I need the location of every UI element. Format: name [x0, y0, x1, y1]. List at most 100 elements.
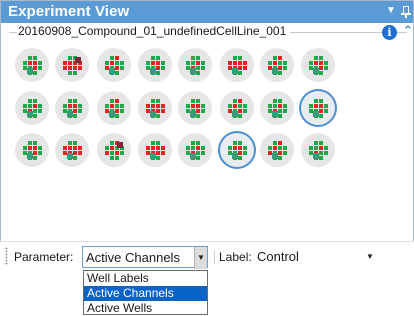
channel-electrode — [191, 141, 195, 145]
well[interactable] — [55, 91, 89, 125]
channel-electrode — [28, 56, 32, 60]
well[interactable] — [138, 91, 172, 125]
channel-electrode — [273, 99, 277, 103]
channel-electrode — [233, 61, 237, 65]
well[interactable] — [97, 91, 131, 125]
channel-electrode — [110, 156, 114, 160]
channel-electrode — [73, 141, 77, 145]
channel-electrode — [38, 104, 42, 108]
channel-electrode — [68, 71, 72, 75]
channel-electrode — [233, 99, 237, 103]
channel-electrode — [201, 109, 205, 113]
well[interactable] — [260, 48, 294, 82]
well[interactable] — [55, 133, 89, 167]
option-active-wells[interactable]: Active Wells — [84, 301, 207, 316]
channel-electrode — [115, 104, 119, 108]
channel-electrode — [324, 66, 328, 70]
well[interactable] — [55, 48, 89, 82]
channel-electrode — [68, 99, 72, 103]
channel-electrode — [278, 156, 282, 160]
well[interactable] — [178, 133, 212, 167]
channel-electrode — [319, 66, 323, 70]
well[interactable] — [220, 133, 254, 167]
channel-electrode — [278, 146, 282, 150]
channel-electrode — [110, 141, 114, 145]
toolbar-grip-icon[interactable] — [5, 247, 8, 265]
well[interactable] — [220, 48, 254, 82]
well[interactable] — [220, 91, 254, 125]
channel-electrode — [319, 156, 323, 160]
label-combobox[interactable]: Control ▼ — [254, 246, 378, 268]
label-dropdown-icon[interactable]: ▼ — [362, 246, 378, 268]
well-marker — [272, 153, 278, 159]
channel-electrode — [324, 61, 328, 65]
well-marker — [27, 68, 33, 74]
well-marker — [313, 68, 319, 74]
channel-electrode — [283, 66, 287, 70]
parameter-combobox[interactable]: Active Channels ▼ — [82, 246, 208, 269]
well[interactable] — [15, 133, 49, 167]
well-marker — [190, 68, 196, 74]
channel-electrode — [273, 61, 277, 65]
channel-electrode — [33, 156, 37, 160]
channel-electrode — [278, 56, 282, 60]
channel-electrode — [146, 104, 150, 108]
channel-electrode — [28, 99, 32, 103]
well[interactable] — [178, 48, 212, 82]
channel-electrode — [73, 71, 77, 75]
channel-electrode — [28, 61, 32, 65]
channel-electrode — [268, 104, 272, 108]
channel-electrode — [156, 151, 160, 155]
well-marker — [67, 153, 73, 159]
channel-electrode — [151, 146, 155, 150]
channel-electrode — [196, 151, 200, 155]
well[interactable] — [138, 133, 172, 167]
well[interactable] — [301, 48, 335, 82]
channel-electrode — [161, 151, 165, 155]
channel-electrode — [28, 146, 32, 150]
channel-electrode — [110, 151, 114, 155]
well-marker — [75, 57, 81, 63]
well[interactable] — [178, 91, 212, 125]
well[interactable] — [301, 91, 335, 125]
channel-electrode — [115, 61, 119, 65]
channel-electrode — [196, 114, 200, 118]
channel-electrode — [151, 104, 155, 108]
well-marker — [272, 111, 278, 117]
channel-electrode — [201, 146, 205, 150]
channel-electrode — [278, 104, 282, 108]
parameter-dropdown-icon[interactable]: ▼ — [194, 247, 207, 269]
well[interactable] — [97, 48, 131, 82]
well[interactable] — [301, 133, 335, 167]
channel-electrode — [309, 61, 313, 65]
channel-electrode — [33, 146, 37, 150]
well[interactable] — [260, 133, 294, 167]
channel-electrode — [228, 61, 232, 65]
channel-electrode — [38, 146, 42, 150]
well[interactable] — [15, 48, 49, 82]
channel-electrode — [238, 146, 242, 150]
channel-electrode — [273, 146, 277, 150]
channel-electrode — [73, 109, 77, 113]
well[interactable] — [260, 91, 294, 125]
channel-electrode — [243, 109, 247, 113]
channel-electrode — [238, 151, 242, 155]
channel-electrode — [78, 151, 82, 155]
well-marker — [109, 68, 115, 74]
channel-electrode — [283, 61, 287, 65]
channel-electrode — [73, 151, 77, 155]
channel-electrode — [278, 151, 282, 155]
channel-electrode — [191, 104, 195, 108]
option-well-labels[interactable]: Well Labels — [84, 271, 207, 286]
channel-electrode — [28, 104, 32, 108]
option-active-channels[interactable]: Active Channels — [84, 286, 207, 301]
channel-electrode — [201, 66, 205, 70]
well[interactable] — [15, 91, 49, 125]
well[interactable] — [138, 48, 172, 82]
channel-electrode — [319, 109, 323, 113]
well[interactable] — [97, 133, 131, 167]
channel-electrode — [120, 151, 124, 155]
channel-electrode — [196, 109, 200, 113]
channel-electrode — [156, 61, 160, 65]
channel-electrode — [186, 104, 190, 108]
